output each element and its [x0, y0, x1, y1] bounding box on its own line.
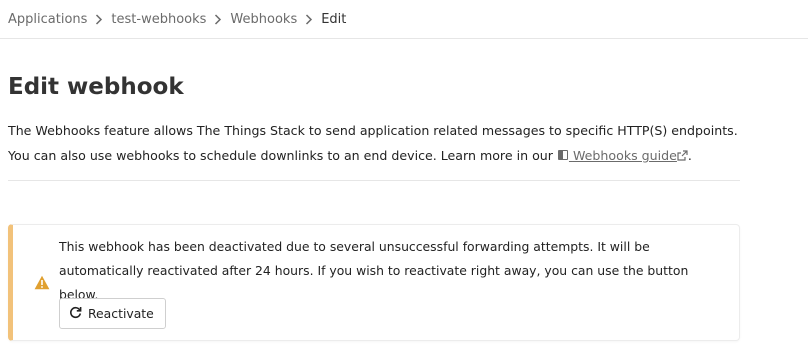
description-end: .	[687, 148, 692, 163]
breadcrumb: Applications test-webhooks Webhooks Edit	[0, 0, 808, 39]
deactivated-notice: This webhook has been deactivated due to…	[8, 224, 740, 341]
reactivate-button[interactable]: Reactivate	[59, 298, 166, 329]
webhooks-guide-link[interactable]: Webhooks guide	[557, 148, 688, 163]
refresh-icon	[69, 306, 82, 322]
breadcrumb-test-webhooks[interactable]: test-webhooks	[111, 12, 206, 27]
chevron-right-icon	[297, 12, 321, 26]
chevron-right-icon	[87, 12, 111, 26]
page-title: Edit webhook	[8, 74, 184, 100]
notice-message: This webhook has been deactivated due to…	[59, 239, 689, 302]
book-icon	[557, 144, 569, 169]
warning-icon	[34, 275, 50, 290]
chevron-right-icon	[206, 12, 230, 26]
divider	[8, 180, 740, 181]
page-description: The Webhooks feature allows The Things S…	[8, 118, 738, 169]
breadcrumb-applications[interactable]: Applications	[8, 12, 87, 27]
breadcrumb-edit: Edit	[321, 11, 347, 27]
reactivate-label: Reactivate	[88, 306, 154, 321]
webhooks-guide-label: Webhooks guide	[572, 148, 677, 163]
external-link-icon	[677, 144, 688, 169]
breadcrumb-webhooks[interactable]: Webhooks	[230, 12, 297, 27]
